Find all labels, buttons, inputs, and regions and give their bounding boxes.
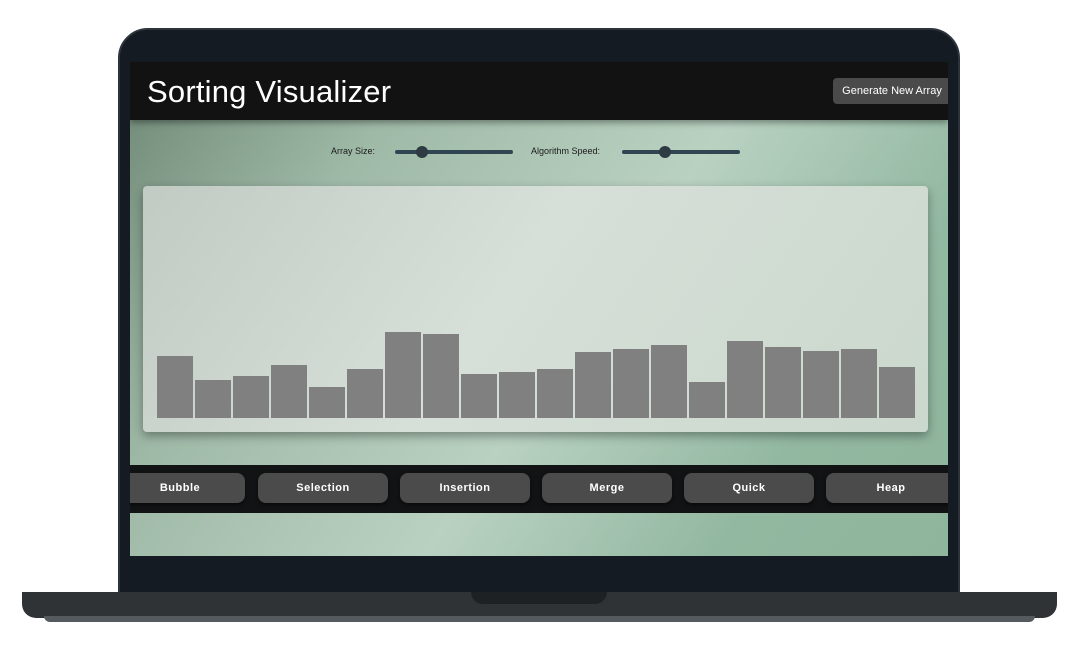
controls-row: Array Size: Algorithm Speed: [130,138,948,162]
array-bar [195,380,231,418]
algorithm-button-selection[interactable]: Selection [258,473,388,503]
algorithm-button-heap[interactable]: Heap [826,473,948,503]
array-bar [651,345,687,418]
array-size-slider-thumb[interactable] [416,146,429,158]
array-bars-panel [143,186,928,432]
array-bar [575,352,611,418]
array-bar [385,332,421,418]
array-bar [765,347,801,418]
array-bar [423,334,459,418]
laptop-notch [471,592,607,604]
array-bar [803,351,839,418]
algorithm-button-bubble[interactable]: Bubble [130,473,245,503]
array-size-slider[interactable] [395,146,513,158]
array-bar [879,367,915,418]
algorithm-speed-slider-thumb[interactable] [659,146,672,158]
algorithm-toolbar: Bubble Selection Insertion Merge Quick Heap [130,465,948,513]
array-bar [271,365,307,418]
page-title: Sorting Visualizer [147,74,392,109]
array-bar [461,374,497,418]
array-bar [347,369,383,418]
array-bar [309,387,345,418]
algorithm-speed-slider[interactable] [622,146,740,158]
array-bar [727,341,763,418]
algorithm-speed-label: Algorithm Speed: [531,146,601,156]
laptop-base-shadow [44,616,1035,622]
array-bar [233,376,269,418]
app-header: Sorting Visualizer Generate New Array [130,62,948,120]
algorithm-button-insertion[interactable]: Insertion [400,473,530,503]
generate-array-button[interactable]: Generate New Array [833,78,948,104]
array-bar [841,349,877,418]
algorithm-button-quick[interactable]: Quick [684,473,814,503]
array-bar [689,382,725,418]
array-bar [537,369,573,418]
array-bar [499,372,535,418]
algorithm-button-merge[interactable]: Merge [542,473,672,503]
array-bar [157,356,193,418]
app-screen: Sorting Visualizer Generate New Array Ar… [130,62,948,556]
array-size-label: Array Size: [331,146,376,156]
array-bar [613,349,649,418]
